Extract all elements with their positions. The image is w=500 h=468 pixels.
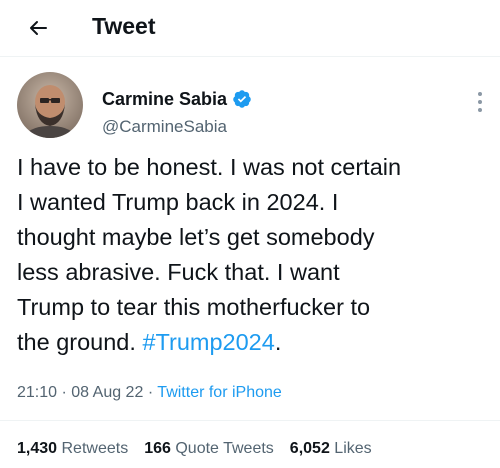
tweet-time[interactable]: 21:10 — [17, 384, 57, 401]
tweet-source-link[interactable]: Twitter for iPhone — [157, 384, 282, 401]
back-button[interactable] — [20, 10, 56, 46]
tweet-stats: 1,430 Retweets 166 Quote Tweets 6,052 Like… — [17, 438, 388, 460]
tweet-text: I have to be honest. I was not certain I… — [17, 150, 489, 360]
hashtag-link[interactable]: #Trump2024 — [142, 329, 274, 355]
tweet-body: I have to be honest. I was not certain I… — [17, 154, 402, 355]
meta-separator: · — [61, 384, 67, 401]
likes-count: 6,052 — [289, 440, 330, 457]
avatar[interactable] — [17, 72, 83, 138]
verified-badge-icon — [232, 89, 252, 109]
likes-stat[interactable]: 6,052 Likes — [290, 440, 372, 457]
author-name[interactable]: Carmine Sabia — [102, 88, 227, 110]
author-name-row[interactable]: Carmine Sabia — [102, 88, 252, 110]
tweet-body-end: . — [274, 329, 282, 355]
tweet-date[interactable]: 08 Aug 22 — [71, 384, 143, 401]
more-vertical-icon — [478, 92, 482, 112]
quote-tweets-label: Quote Tweets — [175, 440, 274, 457]
header-divider — [0, 56, 500, 57]
retweets-stat[interactable]: 1,430 Retweets — [17, 440, 128, 457]
author-handle[interactable]: @CarmineSabia — [102, 116, 227, 138]
avatar-image — [17, 72, 83, 138]
more-options-button[interactable] — [470, 88, 490, 116]
header-bar: Tweet — [0, 0, 500, 56]
retweets-count: 1,430 — [17, 440, 58, 457]
likes-label: Likes — [334, 440, 372, 457]
tweet-meta: 21:10 · 08 Aug 22 · Twitter for iPhone — [17, 382, 282, 404]
retweets-label: Retweets — [61, 440, 129, 457]
meta-divider — [0, 420, 500, 421]
arrow-left-icon — [30, 21, 47, 35]
quote-tweets-count: 166 — [144, 440, 171, 457]
quote-tweets-stat[interactable]: 166 Quote Tweets — [144, 440, 274, 457]
meta-separator: · — [147, 384, 154, 401]
page-title: Tweet — [92, 13, 156, 39]
